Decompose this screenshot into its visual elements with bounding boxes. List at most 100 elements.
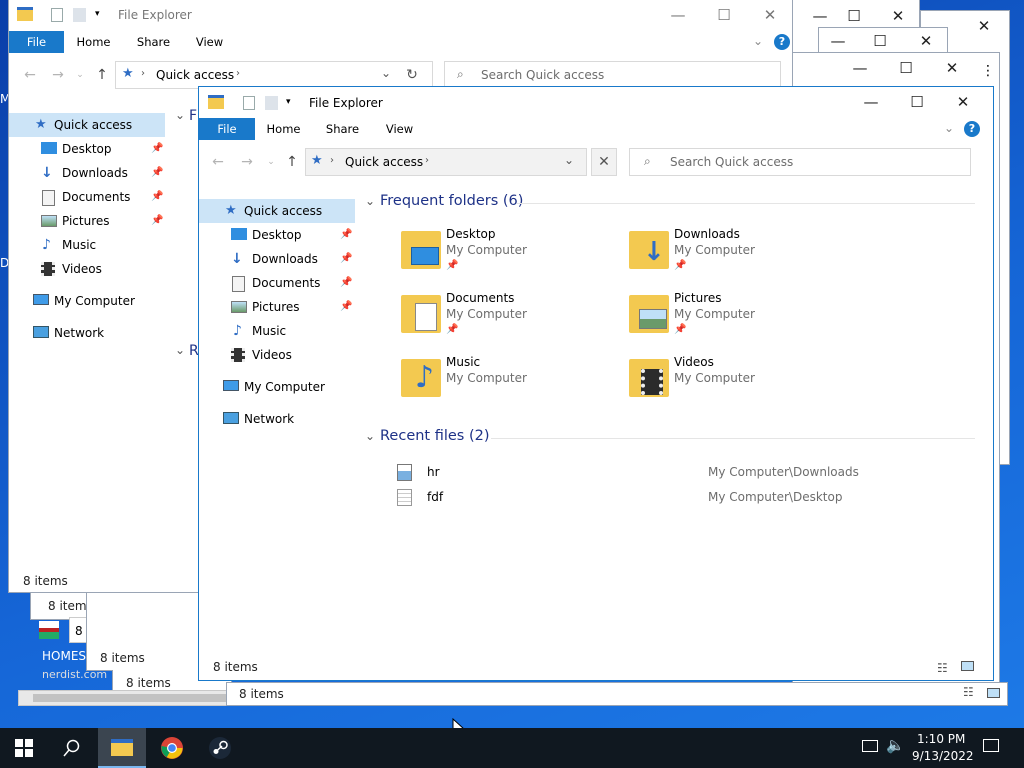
front-explorer-window[interactable]: ▾ File Explorer — ☐ ✕ File Home Share Vi… (198, 86, 994, 681)
taskbar-chrome[interactable] (148, 728, 196, 768)
sidebar-item-downloads[interactable]: ↓ Downloads 📌 (199, 247, 355, 271)
folder-tile-desktop[interactable]: Desktop My Computer 📌 (399, 227, 619, 279)
sidebar-item-network[interactable]: Network (199, 407, 355, 431)
folder-tile-videos[interactable]: Videos My Computer (627, 355, 847, 407)
details-view-icon[interactable]: ☷ (937, 661, 948, 675)
section-fragment[interactable]: F (189, 108, 197, 124)
expand-ribbon-icon[interactable]: ⌄ (753, 34, 763, 48)
search-input[interactable]: ⌕ Search Quick access (444, 61, 781, 89)
network-tray-icon[interactable] (862, 740, 878, 752)
properties-icon[interactable] (243, 96, 255, 110)
sidebar-item-desktop[interactable]: Desktop 📌 (199, 223, 355, 247)
back-button[interactable]: ← (207, 151, 229, 173)
refresh-button[interactable]: ↻ (401, 64, 423, 86)
address-bar[interactable]: ★ › Quick access › ⌄ (305, 148, 587, 176)
close-button[interactable]: ✕ (929, 53, 975, 83)
pin-icon[interactable]: 📌 (674, 260, 686, 271)
expand-ribbon-icon[interactable]: ⌄ (944, 121, 954, 135)
pin-icon[interactable]: 📌 (674, 324, 686, 335)
title-bar[interactable]: ▾ File Explorer — ☐ ✕ (9, 0, 792, 30)
customize-toolbar-icon[interactable]: ▾ (95, 9, 100, 19)
address-dropdown-icon[interactable]: ⌄ (564, 153, 574, 167)
clock-date[interactable]: 9/13/2022 (912, 749, 974, 763)
minimize-button[interactable]: — (655, 0, 701, 30)
breadcrumb-chevron-icon[interactable]: › (236, 68, 240, 79)
sidebar-item-documents[interactable]: Documents 📌 (199, 271, 355, 295)
address-dropdown-icon[interactable]: ⌄ (381, 66, 391, 80)
taskbar-steam[interactable] (196, 728, 244, 768)
folder-tile-music[interactable]: ♪ Music My Computer (399, 355, 619, 407)
nav-quick-access[interactable]: ★ Quick access (199, 199, 355, 223)
search-input[interactable]: ⌕ Search Quick access (629, 148, 971, 176)
sidebar-item-music[interactable]: ♪ Music (9, 233, 165, 257)
folder-tile-downloads[interactable]: ↓ Downloads My Computer 📌 (627, 227, 847, 279)
properties-icon[interactable] (51, 8, 63, 22)
recent-file-row[interactable]: fdf My Computer\Desktop (395, 487, 975, 509)
more-icon[interactable]: ⋮ (981, 63, 995, 79)
tab-home[interactable]: Home (261, 118, 306, 140)
new-folder-icon[interactable] (265, 96, 278, 110)
recent-files-heading[interactable]: Recent files (2) (380, 428, 490, 444)
frequent-folders-heading[interactable]: Frequent folders (6) (380, 193, 523, 209)
tab-share[interactable]: Share (131, 31, 176, 53)
shortcut-title[interactable]: HOMES (42, 649, 86, 663)
sidebar-item-downloads[interactable]: ↓ Downloads 📌 (9, 161, 165, 185)
pin-icon[interactable]: 📌 (340, 223, 352, 247)
pin-icon[interactable]: 📌 (446, 260, 458, 271)
notifications-icon[interactable] (983, 739, 999, 752)
maximize-button[interactable]: ☐ (894, 87, 940, 117)
start-button[interactable] (0, 728, 48, 768)
pin-icon[interactable]: 📌 (151, 209, 163, 233)
volume-icon[interactable]: 🔈 (886, 736, 905, 754)
tab-file[interactable]: File (9, 31, 64, 53)
nav-quick-access[interactable]: ★ Quick access (9, 113, 165, 137)
collapse-chevron-icon[interactable]: ⌄ (365, 194, 375, 208)
large-icons-view-icon[interactable] (961, 661, 974, 671)
shortcut-thumbnail[interactable] (39, 621, 59, 639)
tab-file[interactable]: File (199, 118, 255, 140)
collapse-chevron-icon[interactable]: ⌄ (365, 429, 375, 443)
forward-button[interactable]: → (47, 64, 69, 86)
close-button[interactable]: ✕ (961, 11, 1007, 41)
folder-tile-pictures[interactable]: Pictures My Computer 📌 (627, 291, 847, 343)
minimize-button[interactable]: — (848, 87, 894, 117)
taskbar-file-explorer[interactable] (98, 728, 146, 768)
new-folder-icon[interactable] (73, 8, 86, 22)
breadcrumb-chevron-icon[interactable]: › (141, 68, 145, 79)
pin-icon[interactable]: 📌 (340, 295, 352, 319)
close-button[interactable]: ✕ (940, 87, 986, 117)
maximize-button[interactable]: ☐ (701, 0, 747, 30)
close-button[interactable]: ✕ (747, 0, 792, 30)
up-button[interactable]: ↑ (281, 151, 303, 173)
clear-address-button[interactable]: ✕ (591, 148, 617, 176)
recent-locations-button[interactable]: ⌄ (260, 151, 282, 173)
sidebar-item-pictures[interactable]: Pictures 📌 (199, 295, 355, 319)
tab-view[interactable]: View (187, 31, 232, 53)
breadcrumb-chevron-icon[interactable]: › (425, 155, 429, 166)
pin-icon[interactable]: 📌 (340, 271, 352, 295)
sidebar-item-documents[interactable]: Documents 📌 (9, 185, 165, 209)
maximize-button[interactable]: ☐ (883, 53, 929, 83)
forward-button[interactable]: → (236, 151, 258, 173)
sidebar-item-my-computer[interactable]: My Computer (199, 375, 355, 399)
pin-icon[interactable]: 📌 (151, 161, 163, 185)
tab-home[interactable]: Home (71, 31, 116, 53)
pin-icon[interactable]: 📌 (151, 185, 163, 209)
back-button[interactable]: ← (19, 64, 41, 86)
customize-toolbar-icon[interactable]: ▾ (286, 97, 291, 107)
minimize-button[interactable]: — (837, 53, 883, 83)
breadcrumb-chevron-icon[interactable]: › (330, 155, 334, 166)
collapse-chevron-icon[interactable]: ⌄ (175, 108, 185, 122)
sidebar-item-my-computer[interactable]: My Computer (9, 289, 165, 313)
tab-share[interactable]: Share (320, 118, 365, 140)
sidebar-item-desktop[interactable]: Desktop 📌 (9, 137, 165, 161)
recent-locations-button[interactable]: ⌄ (69, 64, 91, 86)
help-icon[interactable]: ? (964, 121, 980, 137)
up-button[interactable]: ↑ (91, 64, 113, 86)
sidebar-item-videos[interactable]: Videos (199, 343, 355, 367)
collapse-chevron-icon[interactable]: ⌄ (175, 343, 185, 357)
help-icon[interactable]: ? (774, 34, 790, 50)
sidebar-item-music[interactable]: ♪ Music (199, 319, 355, 343)
sidebar-item-videos[interactable]: Videos (9, 257, 165, 281)
breadcrumb-quick-access[interactable]: Quick access (156, 68, 234, 82)
